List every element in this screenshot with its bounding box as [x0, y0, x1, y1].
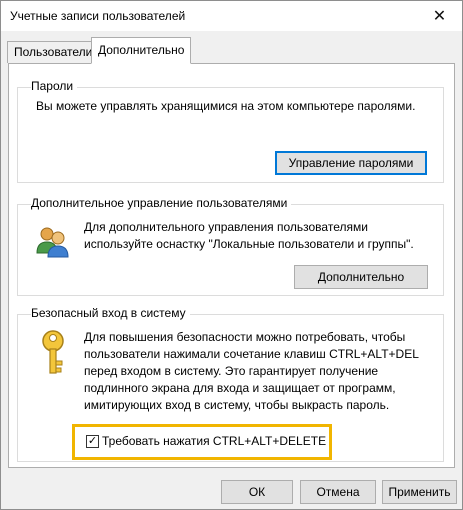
secure-logon-text-line3: перед входом в систему. Это гарантирует …	[84, 364, 379, 378]
users-icon	[36, 227, 69, 258]
advanced-users-text-line1: Для дополнительного управления пользоват…	[84, 220, 368, 234]
window-title: Учетные записи пользователей	[10, 9, 186, 23]
secure-logon-group-title: Безопасный вход в систему	[31, 306, 190, 320]
user-accounts-dialog: Учетные записи пользователей ✕ Пользоват…	[0, 0, 463, 510]
tab-users-label: Пользователи	[14, 45, 93, 59]
require-ctrl-alt-delete-checkbox[interactable]: ✓	[86, 435, 99, 448]
advanced-button[interactable]: Дополнительно	[294, 265, 428, 289]
secure-logon-text-line4: подлинного экрана для входа и защищает о…	[84, 381, 396, 395]
require-ctrl-alt-delete-label[interactable]: Требовать нажатия CTRL+ALT+DELETE	[102, 434, 326, 448]
secure-logon-text-line2: пользователи нажимали сочетание клавиш C…	[84, 347, 419, 361]
advanced-users-text-line2: используйте оснастку "Локальные пользова…	[84, 237, 414, 251]
advanced-users-group-title: Дополнительное управление пользователями	[31, 196, 292, 210]
key-icon	[42, 330, 64, 374]
passwords-text: Вы можете управлять хранящимися на этом …	[36, 99, 416, 113]
secure-logon-text-line5: имитирующих вход в систему, чтобы выкрас…	[84, 398, 390, 412]
tab-users[interactable]: Пользователи	[7, 41, 100, 63]
ok-button[interactable]: ОК	[221, 480, 293, 504]
close-icon: ✕	[432, 8, 447, 25]
tab-advanced[interactable]: Дополнительно	[91, 37, 192, 64]
manage-passwords-button[interactable]: Управление паролями	[275, 151, 427, 175]
close-button[interactable]: ✕	[417, 1, 462, 31]
secure-logon-text-line1: Для повышения безопасности можно потребо…	[84, 330, 406, 344]
tab-advanced-label: Дополнительно	[98, 43, 185, 57]
title-bar: Учетные записи пользователей ✕	[1, 1, 462, 31]
checkmark-icon: ✓	[87, 435, 98, 447]
apply-button[interactable]: Применить	[382, 480, 457, 504]
cancel-button[interactable]: Отмена	[300, 480, 376, 504]
passwords-group-title: Пароли	[31, 79, 78, 93]
